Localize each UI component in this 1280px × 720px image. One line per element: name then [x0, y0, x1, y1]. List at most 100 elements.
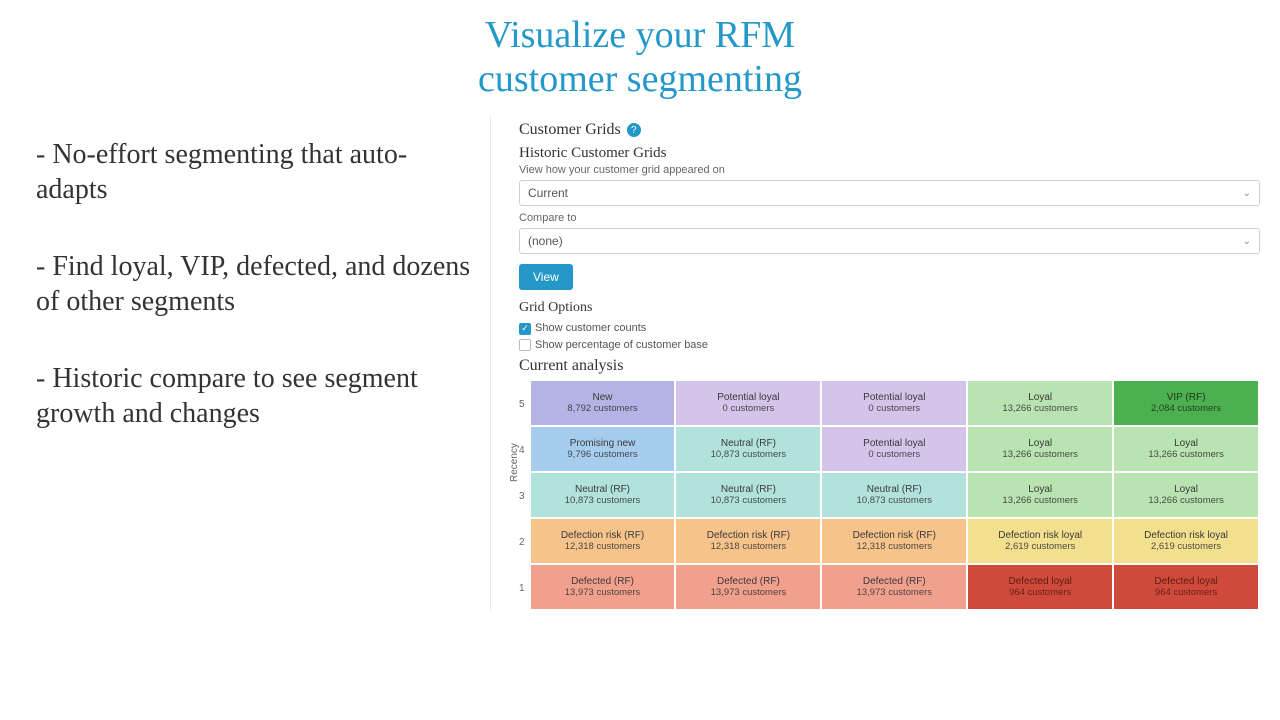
- segment-count: 10,873 customers: [857, 495, 933, 506]
- grid-cell[interactable]: New8,792 customers: [531, 381, 677, 427]
- grid-cell[interactable]: Loyal13,266 customers: [1114, 473, 1260, 519]
- y-tick: 2: [519, 519, 525, 565]
- page-title: Visualize your RFM customer segmenting: [0, 0, 1280, 109]
- grid-cell[interactable]: Defection risk (RF)12,318 customers: [676, 519, 822, 565]
- grid-cell[interactable]: Loyal13,266 customers: [1114, 427, 1260, 473]
- segment-count: 13,266 customers: [1002, 449, 1078, 460]
- segment-count: 12,318 customers: [857, 541, 933, 552]
- grid-cell[interactable]: Defected loyal964 customers: [968, 565, 1114, 611]
- segment-label: Defected (RF): [571, 576, 634, 587]
- segment-label: Defected loyal: [1008, 576, 1071, 587]
- segment-label: Loyal: [1028, 438, 1052, 449]
- segment-label: Neutral (RF): [575, 484, 630, 495]
- historic-grids-title: Historic Customer Grids: [519, 145, 1260, 162]
- help-icon[interactable]: ?: [627, 123, 641, 137]
- segment-label: Neutral (RF): [721, 484, 776, 495]
- segment-label: Defection risk (RF): [853, 530, 936, 541]
- grid-row: Defection risk (RF)12,318 customersDefec…: [531, 519, 1260, 565]
- grid-row: Promising new9,796 customersNeutral (RF)…: [531, 427, 1260, 473]
- grid-row: New8,792 customersPotential loyal0 custo…: [531, 381, 1260, 427]
- grid-cell[interactable]: Loyal13,266 customers: [968, 473, 1114, 519]
- segment-count: 10,873 customers: [711, 449, 787, 460]
- segment-label: Defected loyal: [1154, 576, 1217, 587]
- bullet-1: - No-effort segmenting that auto-adapts: [36, 137, 472, 207]
- checkbox-icon: [519, 339, 531, 351]
- section-title: Customer Grids: [519, 121, 621, 139]
- view-button[interactable]: View: [519, 264, 573, 290]
- grid-cell[interactable]: Defected (RF)13,973 customers: [822, 565, 968, 611]
- segment-count: 964 customers: [1009, 587, 1071, 598]
- segment-count: 13,973 customers: [565, 587, 641, 598]
- segment-label: Defection risk (RF): [561, 530, 644, 541]
- segment-count: 9,796 customers: [567, 449, 637, 460]
- segment-count: 13,973 customers: [857, 587, 933, 598]
- segment-count: 2,619 customers: [1151, 541, 1221, 552]
- checkbox-icon: ✓: [519, 323, 531, 335]
- compare-select[interactable]: (none) ⌄: [519, 228, 1260, 254]
- grid-cell[interactable]: Neutral (RF)10,873 customers: [531, 473, 677, 519]
- grid-row: Defected (RF)13,973 customersDefected (R…: [531, 565, 1260, 611]
- segment-count: 8,792 customers: [567, 403, 637, 414]
- grid-cell[interactable]: Defection risk (RF)12,318 customers: [822, 519, 968, 565]
- grid-cell[interactable]: Promising new9,796 customers: [531, 427, 677, 473]
- segment-label: Loyal: [1028, 484, 1052, 495]
- segment-count: 13,973 customers: [711, 587, 787, 598]
- segment-count: 13,266 customers: [1002, 403, 1078, 414]
- segment-count: 2,619 customers: [1005, 541, 1075, 552]
- grid-cell[interactable]: Neutral (RF)10,873 customers: [822, 473, 968, 519]
- show-percent-label: Show percentage of customer base: [535, 337, 708, 354]
- segment-label: Defection risk loyal: [1144, 530, 1228, 541]
- grid-cell[interactable]: VIP (RF)2,084 customers: [1114, 381, 1260, 427]
- segment-label: Neutral (RF): [867, 484, 922, 495]
- segment-label: Promising new: [570, 438, 636, 449]
- grid-cell[interactable]: Neutral (RF)10,873 customers: [676, 427, 822, 473]
- page-title-line1: Visualize your RFM: [485, 14, 795, 56]
- segment-count: 13,266 customers: [1002, 495, 1078, 506]
- segment-count: 10,873 customers: [711, 495, 787, 506]
- show-percent-checkbox[interactable]: Show percentage of customer base: [519, 337, 1260, 354]
- segment-count: 0 customers: [868, 449, 920, 460]
- bullet-2: - Find loyal, VIP, defected, and dozens …: [36, 249, 472, 319]
- grid-cell[interactable]: Defected (RF)13,973 customers: [531, 565, 677, 611]
- show-counts-checkbox[interactable]: ✓ Show customer counts: [519, 320, 1260, 337]
- segment-label: Neutral (RF): [721, 438, 776, 449]
- show-counts-label: Show customer counts: [535, 320, 646, 337]
- grid-cell[interactable]: Defected (RF)13,973 customers: [676, 565, 822, 611]
- chevron-down-icon: ⌄: [1243, 188, 1251, 199]
- grid-cell[interactable]: Potential loyal0 customers: [676, 381, 822, 427]
- segment-label: Loyal: [1028, 392, 1052, 403]
- segment-label: Defected (RF): [717, 576, 780, 587]
- segment-label: Defection risk (RF): [707, 530, 790, 541]
- marketing-bullets: - No-effort segmenting that auto-adapts …: [0, 109, 490, 720]
- grid-cell[interactable]: Loyal13,266 customers: [968, 381, 1114, 427]
- grid-cell[interactable]: Defection risk loyal2,619 customers: [1114, 519, 1260, 565]
- grid-cell[interactable]: Potential loyal0 customers: [822, 381, 968, 427]
- chevron-down-icon: ⌄: [1243, 236, 1251, 247]
- y-tick: 1: [519, 565, 525, 611]
- analysis-title: Current analysis: [519, 357, 1260, 375]
- segment-count: 2,084 customers: [1151, 403, 1221, 414]
- grid-cell[interactable]: Loyal13,266 customers: [968, 427, 1114, 473]
- grid-cell[interactable]: Potential loyal0 customers: [822, 427, 968, 473]
- grid-date-value: Current: [528, 186, 568, 200]
- compare-to-label: Compare to: [519, 212, 1260, 224]
- segment-count: 964 customers: [1155, 587, 1217, 598]
- grid-date-select[interactable]: Current ⌄: [519, 180, 1260, 206]
- grid-row: Neutral (RF)10,873 customersNeutral (RF)…: [531, 473, 1260, 519]
- grid-cell[interactable]: Defection risk loyal2,619 customers: [968, 519, 1114, 565]
- bullet-3: - Historic compare to see segment growth…: [36, 361, 472, 431]
- segment-count: 13,266 customers: [1148, 495, 1224, 506]
- segment-label: New: [593, 392, 613, 403]
- historic-grids-hint: View how your customer grid appeared on: [519, 164, 1260, 176]
- segment-count: 13,266 customers: [1148, 449, 1224, 460]
- grid-cell[interactable]: Defection risk (RF)12,318 customers: [531, 519, 677, 565]
- segment-label: Potential loyal: [717, 392, 779, 403]
- segment-label: Defection risk loyal: [998, 530, 1082, 541]
- grid-cell[interactable]: Defected loyal964 customers: [1114, 565, 1260, 611]
- page-title-line2: customer segmenting: [478, 58, 802, 100]
- segment-label: Potential loyal: [863, 392, 925, 403]
- customer-grids-panel: Customer Grids ? Historic Customer Grids…: [490, 115, 1260, 611]
- grid-cell[interactable]: Neutral (RF)10,873 customers: [676, 473, 822, 519]
- segment-label: Loyal: [1174, 438, 1198, 449]
- compare-value: (none): [528, 234, 563, 248]
